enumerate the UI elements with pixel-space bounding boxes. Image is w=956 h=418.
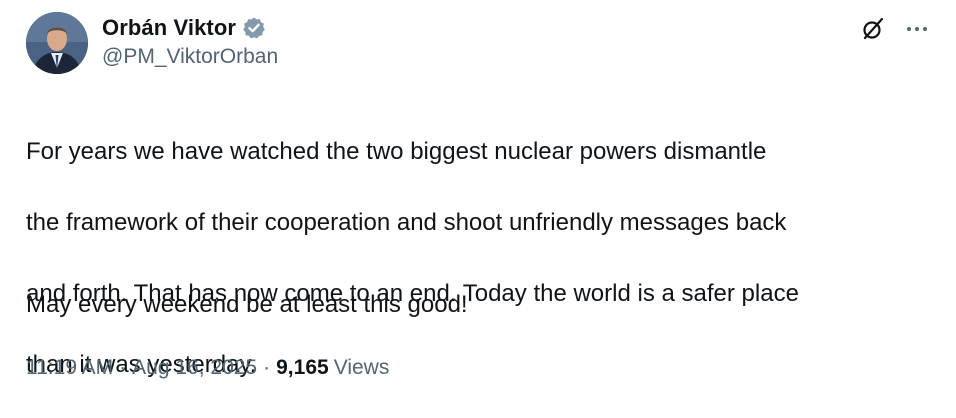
author-block: Orbán Viktor @PM_ViktorOrban [102,14,278,69]
avatar[interactable] [26,12,88,74]
name-row: Orbán Viktor [102,14,278,42]
author-handle[interactable]: @PM_ViktorOrban [102,45,278,69]
top-actions [858,14,932,44]
tweet-date[interactable]: Aug 16, 2025 [132,356,257,380]
tweet-meta: 11:19 AM · Aug 16, 2025 · 9,165 Views [26,356,389,380]
tweet-paragraph-2: May every weekend be at least this good! [26,291,468,318]
meta-separator: · [263,356,271,379]
author-name[interactable]: Orbán Viktor [102,15,236,41]
tweet-time[interactable]: 11:19 AM [26,356,113,380]
verified-badge-icon [242,16,266,40]
more-horizontal-icon[interactable] [902,14,932,44]
views-count: 9,165 [276,356,329,379]
tweet-card: Orbán Viktor @PM_ViktorOrban For years w… [0,0,956,410]
meta-separator: · [119,356,127,379]
grok-slash-icon[interactable] [858,14,888,44]
views-label: Views [333,356,390,379]
tweet-line: the framework of their cooperation and s… [26,208,787,236]
tweet-line: For years we have watched the two bigges… [26,137,767,165]
